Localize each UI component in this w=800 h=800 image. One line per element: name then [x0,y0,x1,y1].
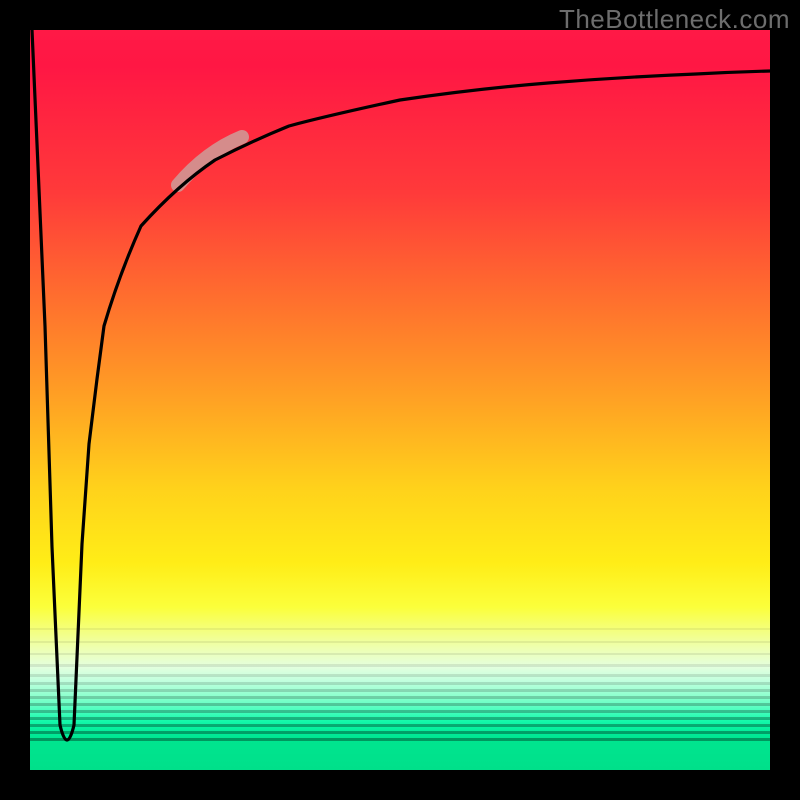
plot-frame [30,30,770,770]
axis-band [30,696,770,699]
axis-band [30,674,770,677]
axis-band [30,628,770,630]
axis-band [30,664,770,667]
axis-band [30,710,770,713]
curve-highlight [178,137,242,185]
axis-band [30,738,770,741]
axis-band [30,682,770,685]
axis-band [30,689,770,692]
axis-band [30,731,770,734]
chart-container: TheBottleneck.com [0,0,800,800]
axis-band [30,717,770,720]
bottleneck-curve [32,30,770,740]
axis-band [30,703,770,706]
chart-svg [30,30,770,770]
axis-band [30,641,770,643]
axis-band [30,653,770,655]
watermark-text: TheBottleneck.com [559,4,790,35]
axis-band [30,724,770,727]
